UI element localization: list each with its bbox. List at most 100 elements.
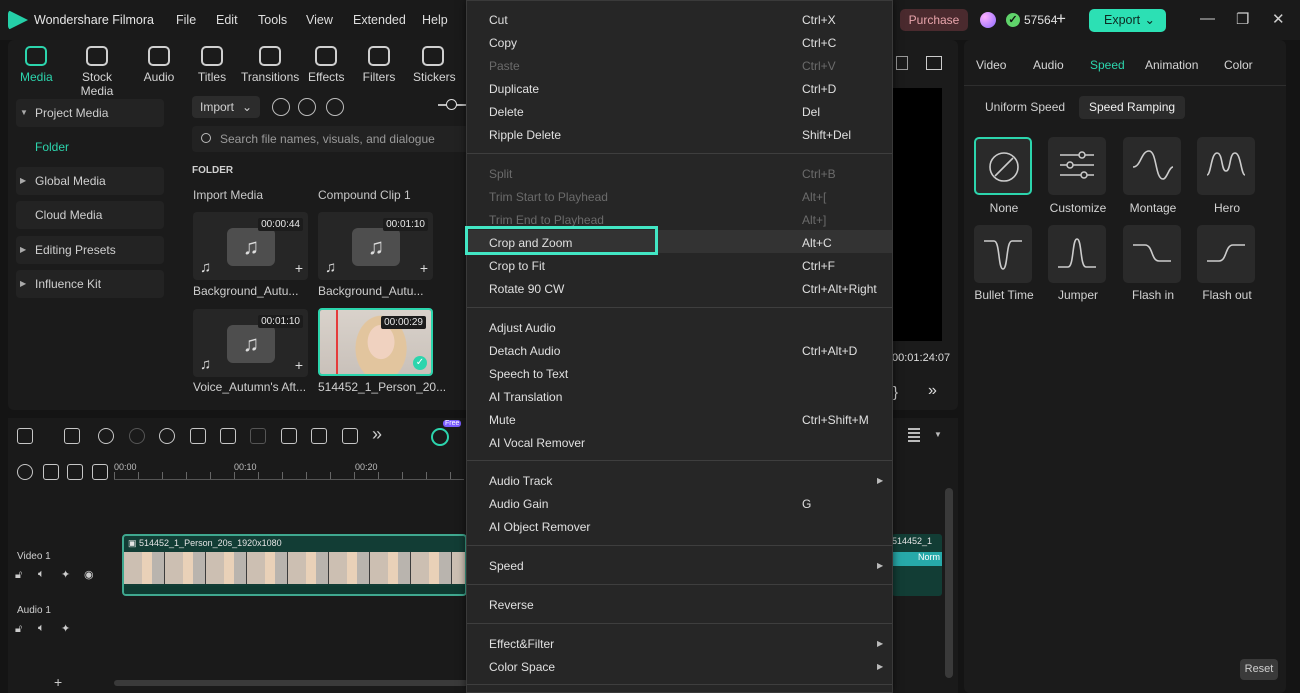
preview-player[interactable] (892, 88, 942, 341)
text-icon[interactable] (311, 428, 327, 444)
menu-extended[interactable]: Extended (353, 13, 406, 27)
export-button[interactable]: Export ⌄ (1089, 9, 1166, 32)
video-clip[interactable]: 514452_1 Norm (892, 534, 942, 596)
menu-view[interactable]: View (306, 13, 333, 27)
menu-item-delete[interactable]: Delete (489, 105, 524, 119)
media-item[interactable]: ♫ 00:01:10 ♫ + (318, 212, 433, 280)
menu-item-ai-object-remover[interactable]: AI Object Remover (489, 520, 590, 534)
video-clip[interactable]: ▣ 514452_1_Person_20s_1920x1080 (122, 534, 467, 596)
eye-icon[interactable]: ◉ (84, 568, 94, 581)
tab-stock-media[interactable]: Stock Media (64, 46, 130, 98)
menu-help[interactable]: Help (422, 13, 448, 27)
more-tools-icon[interactable]: » (372, 424, 382, 445)
tab-animation[interactable]: Animation (1145, 58, 1198, 72)
menu-item-audio-gain[interactable]: Audio Gain (489, 497, 548, 511)
transform-icon[interactable] (342, 428, 358, 444)
lock-icon[interactable]: 🔓︎ (15, 569, 22, 582)
microphone-icon[interactable] (298, 98, 316, 116)
link-icon[interactable] (67, 464, 83, 480)
time-ruler[interactable] (114, 472, 464, 480)
menu-item-cut[interactable]: Cut (489, 13, 508, 27)
purchase-button[interactable]: Purchase (900, 9, 968, 31)
preset-bullet-time[interactable] (974, 225, 1032, 283)
preset-none[interactable] (974, 137, 1032, 195)
menu-item-ai-translation[interactable]: AI Translation (489, 390, 562, 404)
tab-audio[interactable]: Audio (1033, 58, 1064, 72)
menu-item-rotate[interactable]: Rotate 90 CW (489, 282, 564, 296)
menu-item-ai-vocal-remover[interactable]: AI Vocal Remover (489, 436, 585, 450)
tab-uniform-speed[interactable]: Uniform Speed (975, 96, 1075, 119)
tab-speed-ramping[interactable]: Speed Ramping (1079, 96, 1186, 119)
nav-project-media[interactable]: ▼ Project Media (16, 99, 164, 127)
record-icon[interactable] (272, 98, 290, 116)
volume-icon[interactable]: 🔈︎ (38, 622, 45, 635)
add-to-timeline-icon[interactable]: + (295, 357, 303, 373)
volume-icon[interactable]: 🔈︎ (38, 568, 45, 581)
preset-customize[interactable] (1048, 137, 1106, 195)
menu-edit[interactable]: Edit (216, 13, 238, 27)
add-to-timeline-icon[interactable]: + (295, 260, 303, 276)
preset-flash-out[interactable] (1197, 225, 1255, 283)
preset-jumper[interactable] (1048, 225, 1106, 283)
avatar[interactable] (980, 12, 996, 28)
undo-icon[interactable] (98, 428, 114, 444)
menu-item-speed[interactable]: Speed (489, 559, 524, 573)
add-credits-icon[interactable]: + (1056, 9, 1066, 29)
menu-item-reverse[interactable]: Reverse (489, 598, 534, 612)
menu-item-detach-audio[interactable]: Detach Audio (489, 344, 560, 358)
preset-montage[interactable] (1123, 137, 1181, 195)
import-button[interactable]: Import ⌄ (192, 96, 260, 118)
magic-icon[interactable]: ✦ (61, 622, 70, 635)
reset-button[interactable]: Reset (1240, 659, 1278, 680)
magic-icon[interactable]: ✦ (61, 568, 70, 581)
minimize-icon[interactable]: — (1200, 10, 1215, 27)
tab-titles[interactable]: Titles (196, 46, 228, 84)
tab-effects[interactable]: Effects (308, 46, 344, 84)
close-icon[interactable]: ✕ (1272, 10, 1285, 28)
menu-item-effect-filter[interactable]: Effect&Filter (489, 637, 554, 651)
unlink-icon[interactable] (43, 464, 59, 480)
tab-speed[interactable]: Speed (1090, 58, 1125, 72)
tab-filters[interactable]: Filters (362, 46, 396, 84)
lock-icon[interactable]: 🔓︎ (15, 623, 22, 636)
nav-influence-kit[interactable]: ▶ Influence Kit (16, 270, 164, 298)
menu-item-speech-to-text[interactable]: Speech to Text (489, 367, 568, 381)
track-height-icon[interactable] (908, 428, 920, 444)
crop-icon[interactable] (281, 428, 297, 444)
menu-item-duplicate[interactable]: Duplicate (489, 82, 539, 96)
audio-mix-icon[interactable] (92, 464, 108, 480)
menu-item-crop-to-fit[interactable]: Crop to Fit (489, 259, 545, 273)
timeline-scrollbar-vertical[interactable] (945, 488, 953, 678)
menu-item-copy[interactable]: Copy (489, 36, 517, 50)
tab-media[interactable]: Media (20, 46, 53, 84)
media-item-selected[interactable]: ✓ 00:00:29 (318, 308, 433, 376)
more-controls-icon[interactable]: » (928, 382, 937, 400)
delete-icon[interactable] (220, 428, 236, 444)
zoom-slider-handle[interactable] (446, 99, 457, 110)
speed-icon[interactable] (159, 428, 175, 444)
settings-icon[interactable] (17, 464, 33, 480)
tab-audio[interactable]: Audio (142, 46, 176, 84)
chevron-down-icon[interactable]: ▼ (934, 430, 942, 439)
ai-robot-icon[interactable] (431, 428, 449, 446)
menu-file[interactable]: File (176, 13, 196, 27)
tab-video[interactable]: Video (976, 58, 1006, 72)
timeline-scrollbar-horizontal[interactable] (114, 680, 468, 686)
nav-folder[interactable]: Folder (35, 140, 69, 154)
preset-flash-in[interactable] (1123, 225, 1181, 283)
grid-icon[interactable] (17, 428, 33, 444)
ai-text-icon[interactable] (190, 428, 206, 444)
tab-transitions[interactable]: Transitions (241, 46, 299, 84)
add-to-timeline-icon[interactable]: + (420, 260, 428, 276)
layout-icon[interactable] (896, 56, 908, 70)
menu-item-adjust-audio[interactable]: Adjust Audio (489, 321, 556, 335)
nav-global-media[interactable]: ▶ Global Media (16, 167, 164, 195)
media-search-input[interactable]: Search file names, visuals, and dialogue (192, 126, 472, 152)
tab-color[interactable]: Color (1224, 58, 1253, 72)
select-tool-icon[interactable] (64, 428, 80, 444)
media-item[interactable]: ♫ 00:01:10 ♫ + (193, 309, 308, 377)
tab-stickers[interactable]: Stickers (413, 46, 456, 84)
menu-item-color-space[interactable]: Color Space (489, 660, 555, 674)
add-track-icon[interactable]: + (54, 674, 62, 690)
nav-editing-presets[interactable]: ▶ Editing Presets (16, 236, 164, 264)
